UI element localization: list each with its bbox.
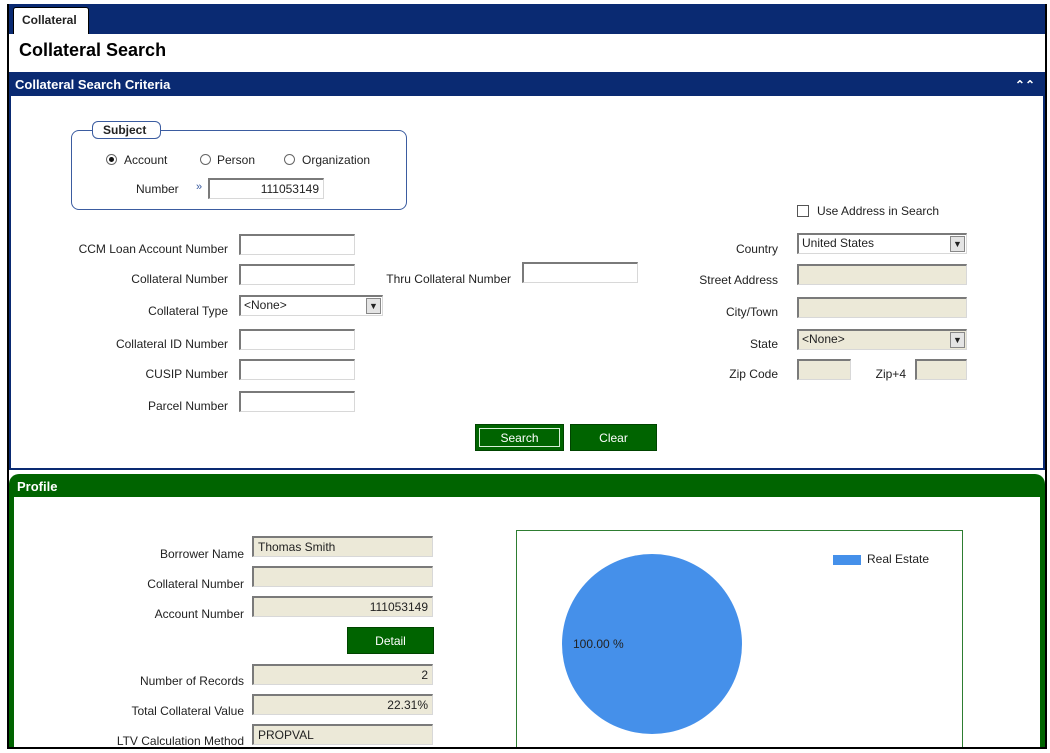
legend-swatch-real-estate bbox=[833, 555, 861, 565]
cusip-label: CUSIP Number bbox=[145, 367, 228, 381]
subject-group: Subject Account Person Organization Numb… bbox=[71, 121, 407, 210]
state-label: State bbox=[749, 337, 778, 351]
borrower-name-field: Thomas Smith bbox=[252, 536, 433, 557]
collateral-window: Collateral Collateral Search Collateral … bbox=[7, 4, 1047, 749]
ccm-loan-input[interactable] bbox=[239, 234, 355, 255]
subject-number-input[interactable]: 111053149 bbox=[208, 178, 324, 199]
ltv-label: LTV Calculation Method bbox=[116, 734, 244, 748]
collateral-number-label: Collateral Number bbox=[131, 272, 228, 286]
parcel-label: Parcel Number bbox=[147, 399, 228, 413]
subject-legend: Subject bbox=[92, 121, 162, 139]
pie-slice-data-label: 100.00 % bbox=[573, 637, 624, 651]
legend-label-real-estate: Real Estate bbox=[867, 552, 930, 566]
ccm-loan-label: CCM Loan Account Number bbox=[78, 242, 228, 256]
dropdown-arrow-icon[interactable]: ▼ bbox=[950, 332, 965, 348]
criteria-header: Collateral Search Criteria ⌃⌃ bbox=[11, 74, 1043, 96]
collateral-id-input[interactable] bbox=[239, 329, 355, 350]
collateral-type-value: <None> bbox=[244, 298, 287, 312]
profile-panel: Profile Borrower Name Thomas Smith Colla… bbox=[9, 474, 1045, 748]
dropdown-arrow-icon[interactable]: ▼ bbox=[366, 298, 381, 314]
criteria-header-title: Collateral Search Criteria bbox=[15, 77, 171, 92]
total-value-label: Total Collateral Value bbox=[131, 704, 244, 718]
search-button[interactable]: Search bbox=[475, 424, 564, 451]
zip-label: Zip Code bbox=[729, 367, 778, 381]
collapse-chevron-icon[interactable]: ⌃⌃ bbox=[1015, 74, 1035, 96]
records-label: Number of Records bbox=[139, 674, 244, 688]
profile-collateral-number-field bbox=[252, 566, 433, 587]
borrower-name-label: Borrower Name bbox=[159, 547, 244, 561]
dropdown-arrow-icon[interactable]: ▼ bbox=[950, 236, 965, 252]
collateral-type-select[interactable]: <None> ▼ bbox=[239, 295, 383, 316]
cusip-input[interactable] bbox=[239, 359, 355, 380]
use-address-checkbox[interactable] bbox=[797, 205, 809, 217]
subject-number-label: Number bbox=[136, 182, 179, 196]
collateral-number-input[interactable] bbox=[239, 264, 355, 285]
radio-person[interactable] bbox=[200, 154, 211, 165]
collateral-search-criteria-panel: Collateral Search Criteria ⌃⌃ Subject Ac… bbox=[9, 72, 1045, 470]
clear-button[interactable]: Clear bbox=[570, 424, 657, 451]
street-label: Street Address bbox=[699, 273, 778, 287]
collateral-pie-chart: 100.00 % Real Estate bbox=[516, 530, 963, 747]
tab-bar: Collateral bbox=[9, 4, 1045, 34]
detail-button[interactable]: Detail bbox=[347, 627, 434, 654]
parcel-input[interactable] bbox=[239, 391, 355, 412]
thru-collateral-input[interactable] bbox=[522, 262, 638, 283]
country-value: United States bbox=[802, 236, 875, 250]
account-number-label: Account Number bbox=[154, 607, 244, 621]
radio-person-label: Person bbox=[217, 153, 256, 167]
zip4-label: Zip+4 bbox=[875, 367, 906, 381]
page-title: Collateral Search bbox=[19, 40, 167, 60]
radio-organization-label: Organization bbox=[302, 153, 371, 167]
ltv-field: PROPVAL bbox=[252, 724, 433, 745]
state-select[interactable]: <None> ▼ bbox=[797, 329, 967, 350]
country-label: Country bbox=[735, 242, 778, 256]
radio-organization[interactable] bbox=[284, 154, 295, 165]
search-button-label: Search bbox=[479, 428, 560, 447]
tab-collateral[interactable]: Collateral bbox=[13, 7, 89, 34]
zip-input[interactable] bbox=[797, 359, 851, 380]
collateral-id-label: Collateral ID Number bbox=[115, 337, 228, 351]
account-number-field: 111053149 bbox=[252, 596, 433, 617]
street-input[interactable] bbox=[797, 264, 967, 285]
collateral-type-label: Collateral Type bbox=[148, 304, 228, 318]
zip4-input[interactable] bbox=[915, 359, 967, 380]
profile-header: Profile bbox=[14, 479, 1040, 497]
radio-account[interactable] bbox=[106, 154, 117, 165]
country-select[interactable]: United States ▼ bbox=[797, 233, 967, 254]
radio-account-label: Account bbox=[124, 153, 168, 167]
city-input[interactable] bbox=[797, 297, 967, 318]
records-field: 2 bbox=[252, 664, 433, 685]
required-chevron-icon: » bbox=[196, 181, 203, 193]
thru-collateral-label: Thru Collateral Number bbox=[386, 272, 511, 286]
use-address-label: Use Address in Search bbox=[817, 204, 940, 218]
profile-collateral-number-label: Collateral Number bbox=[147, 577, 244, 591]
city-label: City/Town bbox=[725, 305, 778, 319]
total-value-field: 22.31% bbox=[252, 694, 433, 715]
state-value: <None> bbox=[802, 332, 845, 346]
